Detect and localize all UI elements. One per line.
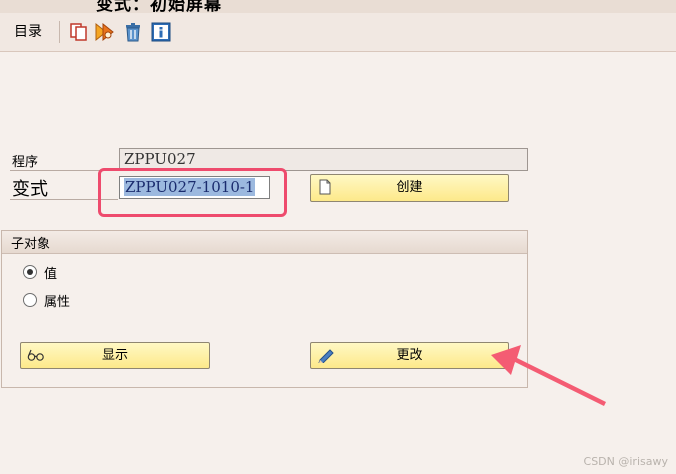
annotation-arrow — [491, 345, 606, 406]
watermark: CSDN @irisawy — [583, 455, 668, 468]
